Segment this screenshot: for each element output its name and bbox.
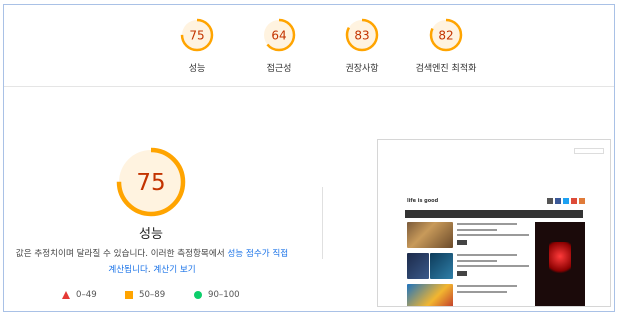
description-text: 값은 추정치이며 달라질 수 있습니다. 이러한 측정항목에서: [15, 249, 228, 259]
thumbnail-social-icons: [547, 198, 585, 204]
score-seo[interactable]: 82 검색엔진 최적화: [401, 18, 491, 74]
performance-gauge: 75: [180, 18, 214, 52]
green-circle-icon: [194, 291, 202, 299]
score-accessibility[interactable]: 64 접근성: [234, 18, 324, 74]
thumbnail-post-image: [407, 253, 429, 279]
thumbnail-post-image: [407, 284, 453, 306]
report-panel: 75 성능 64 접근성 83 권장사항 82 검색엔진 최적화 75 성능 값…: [3, 4, 615, 312]
legend-average: 50–89: [125, 290, 165, 300]
calculator-link[interactable]: 계산기 보기: [153, 265, 195, 275]
seo-gauge: 82: [429, 18, 463, 52]
thumbnail-search-box: [574, 148, 604, 154]
thumbnail-sidebar-ad: [535, 222, 585, 306]
best-practices-score: 83: [354, 29, 369, 43]
performance-main-score: 75: [136, 170, 165, 196]
score-best-practices[interactable]: 83 권장사항: [317, 18, 407, 74]
seo-label: 검색엔진 최적화: [415, 64, 477, 74]
performance-label: 성능: [188, 64, 206, 74]
legend-fail: 0–49: [62, 290, 97, 300]
accessibility-label: 접근성: [266, 64, 292, 74]
performance-score: 75: [189, 29, 204, 43]
best-practices-label: 권장사항: [345, 64, 379, 74]
accessibility-score: 64: [271, 29, 286, 43]
accessibility-gauge: 64: [262, 18, 296, 52]
seo-score: 82: [438, 29, 453, 43]
section-divider: [322, 187, 323, 259]
performance-main-title: 성능: [139, 227, 163, 242]
red-triangle-icon: [62, 291, 70, 299]
legend-pass-range: 90–100: [208, 290, 240, 300]
score-description: 값은 추정치이며 달라질 수 있습니다. 이러한 측정항목에서 성능 점수가 직…: [12, 246, 292, 278]
thumbnail-site-title: life is good: [407, 198, 439, 204]
thumbnail-post-image: [430, 253, 453, 279]
orange-square-icon: [125, 291, 133, 299]
category-scores-bar: 75 성능 64 접근성 83 권장사항 82 검색엔진 최적화: [4, 5, 614, 87]
thumbnail-post-image: [407, 222, 453, 248]
thumbnail-nav-bar: [405, 210, 583, 218]
best-practices-gauge: 83: [345, 18, 379, 52]
final-screenshot-thumbnail[interactable]: life is good: [377, 139, 611, 307]
legend-average-range: 50–89: [139, 290, 166, 300]
legend-pass: 90–100: [194, 290, 240, 300]
legend-fail-range: 0–49: [76, 290, 97, 300]
performance-main-gauge: 75: [116, 147, 186, 217]
score-performance[interactable]: 75 성능: [152, 18, 242, 74]
